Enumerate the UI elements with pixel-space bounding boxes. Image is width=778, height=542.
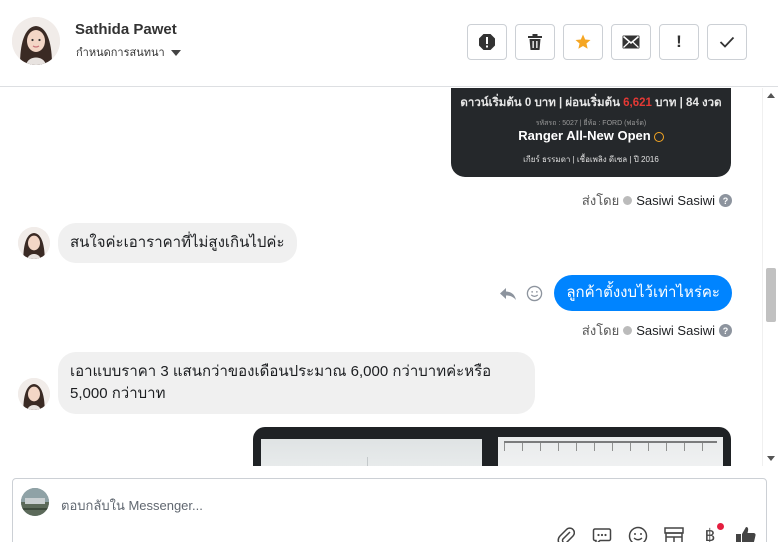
payment-button[interactable]: ฿ [699, 523, 724, 542]
paperclip-icon [557, 527, 575, 542]
check-icon [719, 36, 735, 48]
emoji-button[interactable] [627, 525, 649, 542]
reply-icon[interactable] [499, 286, 517, 302]
scroll-up-icon[interactable] [767, 93, 775, 98]
trash-icon [528, 34, 542, 50]
exclamation-icon: ! [676, 32, 682, 51]
photo-attachment[interactable] [253, 427, 731, 466]
car-listing-card[interactable]: ดาวน์เริ่มต้น 0 บาท | ผ่อนเริ่มต้น 6,621… [451, 88, 731, 177]
outgoing-message[interactable]: ลูกค้าตั้งงบไว้เท่าไหร่คะ [554, 275, 732, 311]
spam-icon [479, 34, 495, 50]
photo-thumbnail[interactable] [261, 439, 482, 466]
caret-down-icon [170, 49, 181, 56]
page-avatar [21, 488, 49, 516]
sent-by-label: ส่งโดย Sasiwi Sasiwi ? [582, 320, 732, 341]
saved-reply-icon [592, 528, 612, 542]
car-card-model: Ranger All-New Open [451, 128, 731, 143]
store-icon [664, 527, 684, 542]
thread-scrollbar[interactable] [762, 88, 778, 466]
sent-by-prefix: ส่งโดย [581, 193, 620, 208]
help-icon[interactable]: ? [719, 194, 732, 207]
car-card-installments: บาท | 84 งวด [651, 97, 722, 109]
sent-by-prefix: ส่งโดย [581, 323, 620, 338]
page-badge-icon [623, 196, 633, 205]
sender-name[interactable]: Sasiwi Sasiwi [636, 323, 715, 338]
scroll-down-icon[interactable] [767, 456, 775, 461]
envelope-icon [622, 35, 640, 49]
message-line: 5,000 กว่าบาท [70, 385, 166, 402]
car-card-specs: เกียร์ ธรรมดา | เชื้อเพลิง ดีเซล | ปี 20… [523, 155, 659, 164]
incoming-message[interactable]: สนใจค่ะเอาราคาที่ไม่สูงเกินไปค่ะ [58, 223, 297, 263]
messenger-inbox: Sathida Pawet กำหนดการสนทนา ! ดาวน์เริ่ม… [0, 0, 778, 542]
reply-input[interactable]: ตอบกลับใน Messenger... [61, 495, 203, 516]
thumbs-up-icon [736, 527, 756, 542]
saved-reply-button[interactable] [591, 525, 613, 542]
scrollbar-thumb[interactable] [766, 268, 776, 322]
message-line: เอาแบบราคา 3 แสนกว่าของเดือนประมาณ 6,000… [70, 363, 492, 380]
emoji-icon [628, 526, 648, 542]
car-card-price-line: ดาวน์เริ่มต้น 0 บาท | ผ่อนเริ่มต้น 6,621… [451, 94, 731, 112]
mark-done-button[interactable] [707, 24, 747, 60]
conversation-actions: ! [467, 24, 747, 60]
verified-icon [653, 131, 664, 142]
conversation-label-text: กำหนดการสนทนา [76, 47, 165, 59]
baht-icon: ฿ [704, 526, 716, 542]
contact-name[interactable]: Sathida Pawet [75, 21, 177, 38]
conversation-label-dropdown[interactable]: กำหนดการสนทนา [76, 43, 181, 61]
car-card-monthly-price: 6,621 [623, 97, 652, 109]
contact-avatar[interactable] [12, 17, 60, 65]
car-card-model-name: Ranger All-New Open [518, 128, 651, 143]
shop-button[interactable] [663, 525, 685, 542]
car-card-down-payment: ดาวน์เริ่มต้น 0 บาท | ผ่อนเริ่มต้น [460, 97, 624, 109]
emoji-reaction-icon[interactable] [526, 285, 543, 302]
sender-name[interactable]: Sasiwi Sasiwi [636, 193, 715, 208]
contact-avatar-small[interactable] [18, 227, 50, 259]
mark-unread-button[interactable] [611, 24, 651, 60]
page-badge-icon [623, 326, 633, 335]
star-button[interactable] [563, 24, 603, 60]
follow-up-button[interactable]: ! [659, 24, 699, 60]
message-hover-actions [499, 285, 543, 302]
notification-dot [717, 523, 724, 530]
incoming-message[interactable]: เอาแบบราคา 3 แสนกว่าของเดือนประมาณ 6,000… [58, 352, 535, 414]
conversation-header: Sathida Pawet กำหนดการสนทนา ! [0, 0, 778, 87]
delete-button[interactable] [515, 24, 555, 60]
star-icon [575, 34, 591, 49]
help-icon[interactable]: ? [719, 324, 732, 337]
photo-thumbnail[interactable] [498, 437, 723, 466]
composer-toolbar: ฿ [555, 523, 757, 542]
sent-by-label: ส่งโดย Sasiwi Sasiwi ? [582, 190, 732, 211]
reply-composer[interactable]: ตอบกลับใน Messenger... ฿ [12, 478, 767, 542]
mark-spam-button[interactable] [467, 24, 507, 60]
like-button[interactable] [735, 525, 757, 542]
attach-button[interactable] [555, 525, 577, 542]
message-thread[interactable]: ดาวน์เริ่มต้น 0 บาท | ผ่อนเริ่มต้น 6,621… [0, 88, 762, 466]
contact-avatar-small[interactable] [18, 378, 50, 410]
